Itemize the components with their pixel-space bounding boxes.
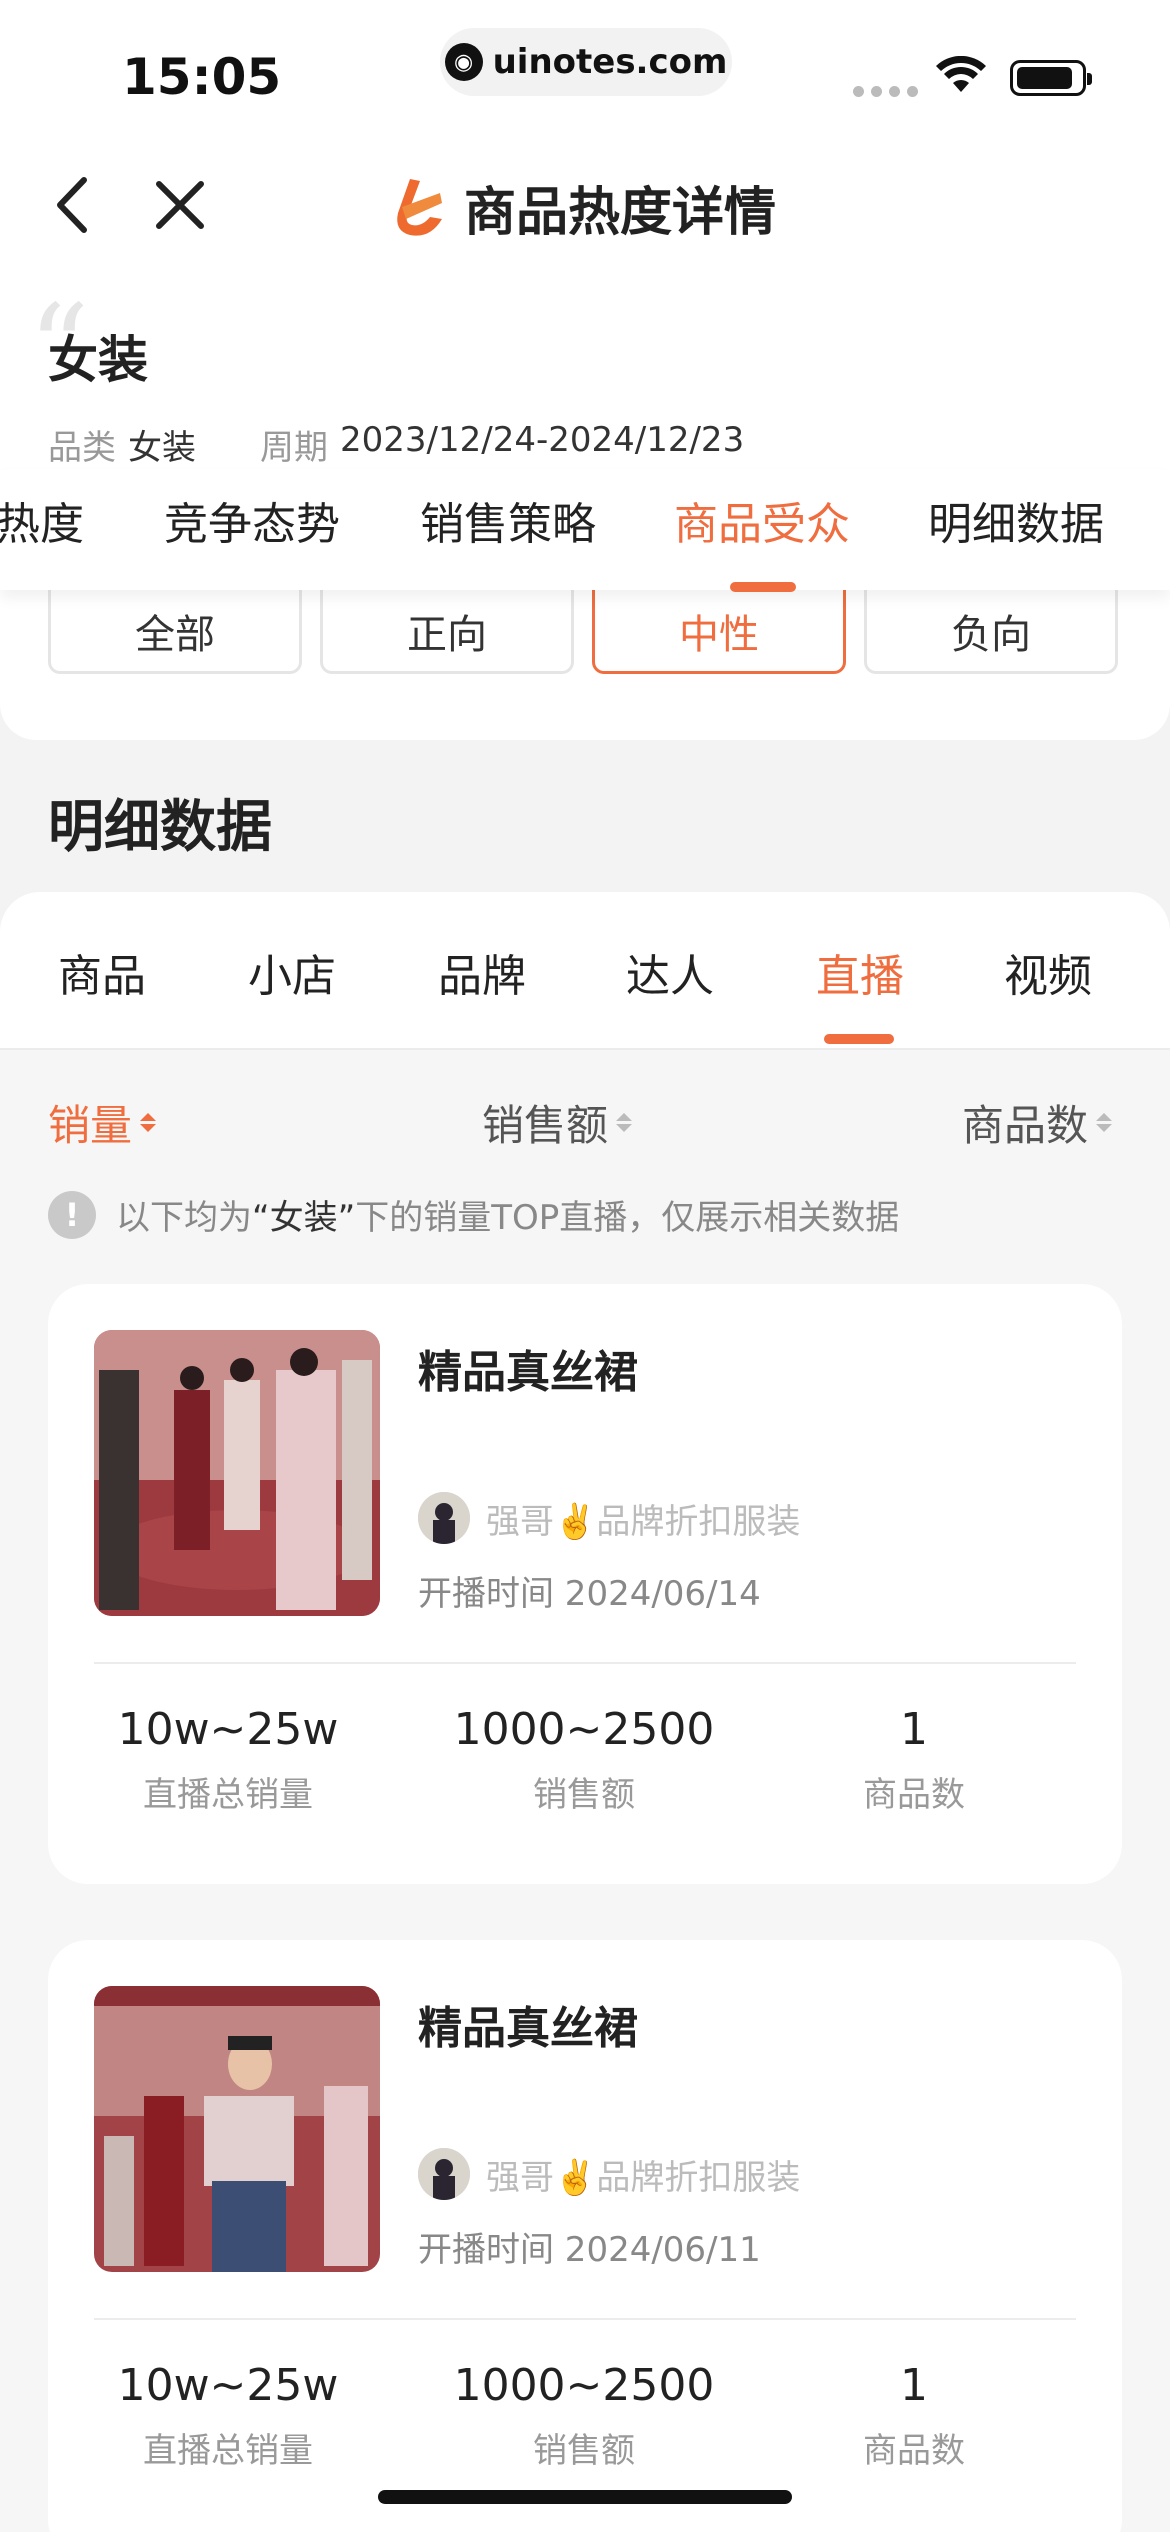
stat-sales: 10w~25w 直播总销量	[78, 2360, 378, 2472]
author-name: 强哥✌️品牌折扣服装	[486, 2157, 801, 2198]
tab-audience[interactable]: 商品受众	[674, 488, 850, 552]
live-title: 精品真丝裙	[418, 1347, 638, 1398]
author-row[interactable]: 强哥✌️品牌折扣服装	[418, 1492, 800, 1544]
stat-amount: 1000~2500 销售额	[434, 1704, 734, 1816]
notice-text: 以下均为“女装”下的销量TOP直播，仅展示相关数据	[116, 1198, 900, 1238]
info-icon: !	[48, 1190, 96, 1239]
filter-all[interactable]: 全部	[48, 590, 302, 674]
stat-value: 1	[900, 2360, 928, 2411]
status-bar: 15:05 ◉ uinotes.com	[0, 0, 1170, 130]
category-label: 品类	[48, 428, 116, 468]
stat-value: 1000~2500	[453, 2360, 715, 2411]
author-row[interactable]: 强哥✌️品牌折扣服装	[418, 2148, 800, 2200]
divider	[94, 2318, 1076, 2320]
url-text: uinotes.com	[492, 42, 728, 82]
sort-arrows-icon	[616, 1113, 633, 1132]
sub-tab-shop[interactable]: 小店	[248, 940, 336, 1004]
tab-detail-data[interactable]: 明细数据	[928, 488, 1104, 552]
wifi-icon	[936, 56, 986, 92]
filter-negative[interactable]: 负向	[864, 590, 1118, 674]
stat-count: 1 商品数	[764, 2360, 1064, 2472]
stat-sales: 10w~25w 直播总销量	[78, 1704, 378, 1816]
stat-amount: 1000~2500 销售额	[434, 2360, 734, 2472]
tab-competition[interactable]: 竞争态势	[164, 488, 340, 552]
nav-bar: 商品热度详情	[0, 130, 1170, 280]
sort-amount-label: 销售额	[482, 1101, 609, 1150]
category-meta: 品类 女装 周期 2023/12/24-2024/12/23	[48, 420, 744, 469]
url-pill[interactable]: ◉ uinotes.com	[440, 28, 732, 96]
sub-tab-bar: 商品 小店 品牌 达人 直播 视频	[0, 892, 1170, 1050]
stat-value: 1	[900, 1704, 928, 1755]
sub-tab-influencer[interactable]: 达人	[626, 940, 714, 1004]
stat-label: 直播总销量	[143, 1775, 313, 1815]
stat-value: 1000~2500	[453, 1704, 715, 1755]
main-tab-bar: 热度 竞争态势 销售策略 商品受众 明细数据	[0, 470, 1170, 592]
page-title: 商品热度详情	[464, 183, 777, 243]
app-logo-icon	[397, 178, 442, 236]
live-thumbnail	[94, 1330, 380, 1616]
stat-label: 销售额	[533, 2431, 635, 2471]
sort-count[interactable]: 商品数	[962, 1092, 1113, 1153]
detail-panel: 商品 小店 品牌 达人 直播 视频 销量 销售额 商品数 ! 以下均为“女装”下…	[0, 892, 1170, 2532]
stat-count: 1 商品数	[764, 1704, 1064, 1816]
sentiment-filter: 全部 正向 中性 负向	[0, 590, 1170, 740]
stat-value: 10w~25w	[117, 1704, 339, 1755]
cellular-signal-icon	[853, 86, 918, 97]
author-name: 强哥✌️品牌折扣服装	[486, 1501, 801, 1542]
avatar	[418, 2148, 470, 2200]
tab-sales-strategy[interactable]: 销售策略	[420, 488, 596, 552]
status-time: 15:05	[122, 48, 282, 106]
sort-amount[interactable]: 销售额	[482, 1092, 633, 1153]
live-card[interactable]: 精品真丝裙 强哥✌️品牌折扣服装 开播时间 2024/06/14 10w~25w…	[48, 1284, 1122, 1884]
sort-arrows-icon	[140, 1113, 157, 1132]
tab-heat[interactable]: 热度	[0, 488, 84, 552]
notice-bar: ! 以下均为“女装”下的销量TOP直播，仅展示相关数据	[48, 1190, 899, 1239]
start-time: 开播时间 2024/06/11	[418, 2230, 761, 2270]
close-icon[interactable]	[145, 170, 215, 240]
filter-neutral[interactable]: 中性	[592, 590, 846, 674]
period-label: 周期	[260, 428, 328, 468]
sort-count-label: 商品数	[962, 1101, 1089, 1150]
stat-label: 销售额	[533, 1775, 635, 1815]
back-icon[interactable]	[40, 170, 110, 240]
category-title: 女装	[48, 331, 148, 389]
sub-tab-indicator	[824, 1034, 894, 1044]
avatar	[418, 1492, 470, 1544]
live-card[interactable]: 精品真丝裙 强哥✌️品牌折扣服装 开播时间 2024/06/11 10w~25w…	[48, 1940, 1122, 2532]
filter-positive[interactable]: 正向	[320, 590, 574, 674]
main-tab-indicator	[730, 582, 796, 592]
sort-sales[interactable]: 销量	[48, 1092, 157, 1153]
sub-tab-brand[interactable]: 品牌	[438, 940, 526, 1004]
stat-label: 直播总销量	[143, 2431, 313, 2471]
sub-tab-video[interactable]: 视频	[1004, 940, 1092, 1004]
stat-label: 商品数	[863, 1775, 965, 1815]
sort-arrows-icon	[1096, 1113, 1113, 1132]
sort-sales-label: 销量	[48, 1101, 133, 1150]
home-indicator[interactable]	[378, 2490, 792, 2504]
stat-label: 商品数	[863, 2431, 965, 2471]
live-title: 精品真丝裙	[418, 2003, 638, 2054]
battery-icon	[1010, 60, 1092, 96]
period-value: 2023/12/24-2024/12/23	[340, 420, 745, 460]
category-value: 女装	[128, 428, 196, 468]
sub-tab-product[interactable]: 商品	[58, 940, 146, 1004]
divider	[94, 1662, 1076, 1664]
section-title: 明细数据	[48, 795, 272, 860]
stat-value: 10w~25w	[117, 2360, 339, 2411]
live-thumbnail	[94, 1986, 380, 2272]
sub-tab-live[interactable]: 直播	[816, 940, 904, 1004]
site-logo-icon: ◉	[444, 43, 483, 81]
start-time: 开播时间 2024/06/14	[418, 1574, 761, 1614]
